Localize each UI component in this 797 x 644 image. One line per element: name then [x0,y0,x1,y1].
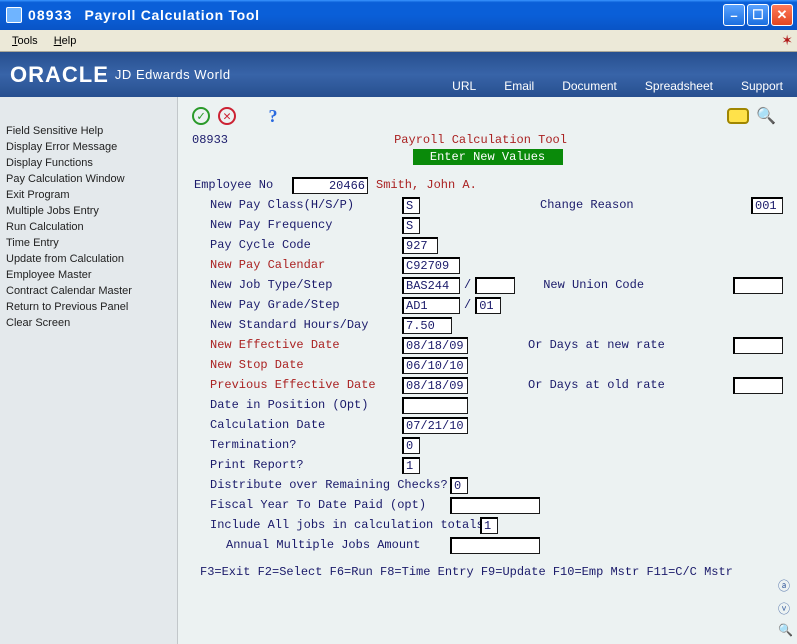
date-in-pos-label: Date in Position (Opt) [192,398,402,412]
prev-eff-input[interactable] [402,377,468,394]
std-hours-input[interactable] [402,317,452,334]
brand-header: ORACLE JD Edwards World URL Email Docume… [0,52,797,97]
window-titlebar: 08933 Payroll Calculation Tool – ☐ ✕ [0,0,797,30]
days-new-label: Or Days at new rate [528,338,665,352]
job-step-input[interactable] [475,277,515,294]
pay-cycle-input[interactable] [402,237,438,254]
days-old-label: Or Days at old rate [528,378,665,392]
pay-class-input[interactable] [402,197,420,214]
chat-icon[interactable] [727,108,749,124]
std-hours-label: New Standard Hours/Day [192,318,402,332]
close-button[interactable]: ✕ [771,4,793,26]
employee-no-input[interactable] [292,177,368,194]
sidebar-item[interactable]: Run Calculation [6,219,173,235]
termination-label: Termination? [192,438,402,452]
pay-calendar-input[interactable] [402,257,460,274]
pay-grade-input[interactable] [402,297,460,314]
sidebar-item[interactable]: Exit Program [6,187,173,203]
change-reason-input[interactable] [751,197,783,214]
employee-name: Smith, John A. [376,178,477,192]
dist-checks-input[interactable] [450,477,468,494]
pay-freq-input[interactable] [402,217,420,234]
headerlink-spreadsheet[interactable]: Spreadsheet [645,79,713,93]
scroll-down-icon[interactable]: ⓥ [778,600,793,617]
zoom-icon[interactable]: 🔍 [778,623,793,638]
ok-icon[interactable]: ✓ [192,107,210,125]
headerlink-url[interactable]: URL [452,79,476,93]
screen-id: 08933 [192,133,228,147]
headerlink-support[interactable]: Support [741,79,783,93]
eff-date-input[interactable] [402,337,468,354]
sidebar-item[interactable]: Contract Calendar Master [6,283,173,299]
sidebar-item[interactable]: Update from Calculation [6,251,173,267]
sidebar-item[interactable]: Multiple Jobs Entry [6,203,173,219]
prev-eff-label: Previous Effective Date [192,378,402,392]
pay-cycle-label: Pay Cycle Code [192,238,402,252]
toolbar: ✓ ✕ ? 🔍 [192,105,783,127]
sidebar-item[interactable]: Time Entry [6,235,173,251]
dist-checks-label: Distribute over Remaining Checks? [192,478,424,492]
job-type-input[interactable] [402,277,460,294]
pay-freq-label: New Pay Frequency [192,218,402,232]
include-all-label: Include All jobs in calculation totals [192,518,480,532]
menu-tools[interactable]: Tools [4,33,46,49]
sidebar-item[interactable]: Employee Master [6,267,173,283]
sidebar-item[interactable]: Display Functions [6,155,173,171]
screen-title: Payroll Calculation Tool [228,133,733,147]
main-panel: ✓ ✕ ? 🔍 08933 Payroll Calculation Tool E… [178,97,797,644]
sidebar-item[interactable]: Display Error Message [6,139,173,155]
pay-grade-label: New Pay Grade/Step [192,298,402,312]
stop-date-label: New Stop Date [192,358,402,372]
cancel-icon[interactable]: ✕ [218,107,236,125]
fytd-paid-label: Fiscal Year To Date Paid (opt) [192,498,424,512]
mode-banner: Enter New Values [413,149,563,165]
calc-date-input[interactable] [402,417,468,434]
sidebar-item[interactable]: Pay Calculation Window [6,171,173,187]
slash: / [460,298,475,312]
slash: / [460,278,475,292]
sidebar-item[interactable]: Return to Previous Panel [6,299,173,315]
minimize-button[interactable]: – [723,4,745,26]
sidebar-item[interactable]: Clear Screen [6,315,173,331]
include-all-input[interactable] [480,517,498,534]
function-key-hint: F3=Exit F2=Select F6=Run F8=Time Entry F… [192,565,783,579]
calc-date-label: Calculation Date [192,418,402,432]
headerlink-document[interactable]: Document [562,79,617,93]
days-new-input[interactable] [733,337,783,354]
pay-calendar-label: New Pay Calendar [192,258,402,272]
job-type-label: New Job Type/Step [192,278,402,292]
print-report-label: Print Report? [192,458,402,472]
employee-no-label: Employee No [192,178,292,192]
annual-mj-label: Annual Multiple Jobs Amount [192,538,424,552]
pay-grade-step-input[interactable] [475,297,501,314]
scroll-nav: ⓐ ⓥ 🔍 [778,577,793,638]
window-code: 08933 [28,7,73,23]
menu-help[interactable]: Help [46,33,85,49]
sidebar-item[interactable]: Field Sensitive Help [6,123,173,139]
union-code-label: New Union Code [543,278,644,292]
termination-input[interactable] [402,437,420,454]
headerlink-email[interactable]: Email [504,79,534,93]
search-icon[interactable]: 🔍 [757,107,775,125]
fytd-paid-input[interactable] [450,497,540,514]
maximize-button[interactable]: ☐ [747,4,769,26]
window-title: Payroll Calculation Tool [85,7,260,23]
menu-corner-glyph: ✶ [781,32,793,49]
annual-mj-input[interactable] [450,537,540,554]
help-icon[interactable]: ? [264,107,282,125]
eff-date-label: New Effective Date [192,338,402,352]
change-reason-label: Change Reason [540,198,634,212]
app-icon [6,7,22,23]
oracle-logo: ORACLE [10,62,109,88]
sidebar: Field Sensitive Help Display Error Messa… [0,97,178,644]
print-report-input[interactable] [402,457,420,474]
oracle-tagline: JD Edwards World [115,67,231,82]
date-in-pos-input[interactable] [402,397,468,414]
days-old-input[interactable] [733,377,783,394]
pay-class-label: New Pay Class(H/S/P) [192,198,402,212]
scroll-up-icon[interactable]: ⓐ [778,577,793,594]
menu-bar: Tools Help ✶ [0,30,797,52]
union-code-input[interactable] [733,277,783,294]
stop-date-input[interactable] [402,357,468,374]
